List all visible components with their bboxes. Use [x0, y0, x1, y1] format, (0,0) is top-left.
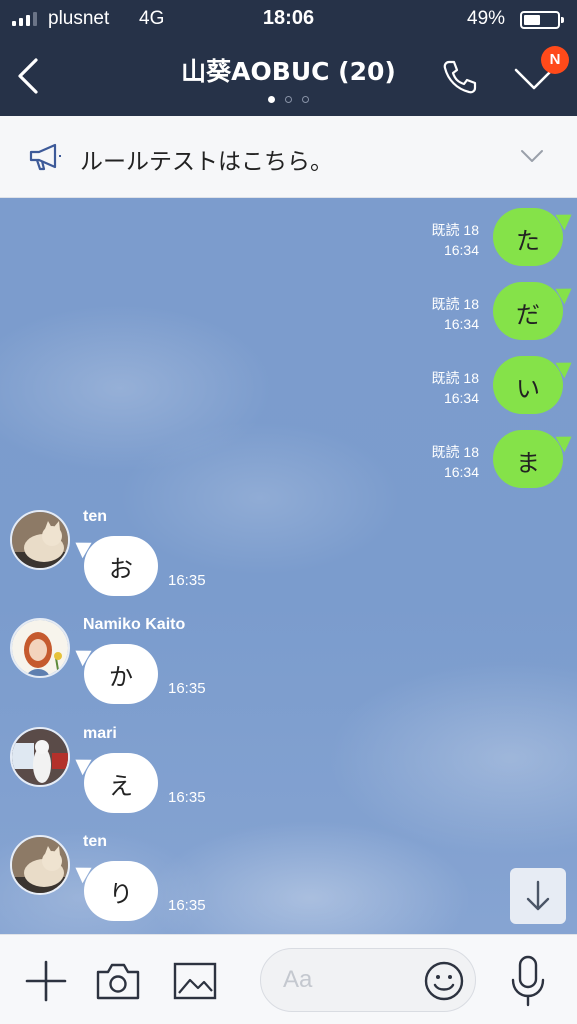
avatar[interactable]: [10, 510, 70, 570]
page-dot: [285, 96, 292, 103]
outgoing-bubble[interactable]: い: [493, 355, 577, 414]
message-time: 16:35: [168, 897, 206, 914]
battery-icon: [520, 11, 564, 29]
outgoing-bubble[interactable]: た: [493, 207, 577, 266]
incoming-message: Namiko Kaito か 16:35: [0, 606, 300, 711]
message-time: 16:34: [443, 390, 479, 406]
back-arrow-icon[interactable]: [14, 54, 44, 98]
message-meta: 既読 18 16:34: [432, 220, 479, 260]
chat-title: 山葵AOBUC (20): [181, 57, 396, 86]
message-text: い: [516, 375, 540, 403]
battery-percent: 49%: [467, 8, 506, 29]
message-time: 16:35: [168, 680, 206, 697]
chevron-down-icon[interactable]: [519, 146, 545, 166]
message-time: 16:34: [443, 242, 479, 258]
incoming-message: ten り 16:35: [0, 823, 300, 928]
incoming-message: ten お 16:35: [0, 498, 300, 603]
message-text: え: [109, 772, 133, 800]
outgoing-message: 既読 18 16:34 い: [277, 346, 577, 414]
page-dot: [302, 96, 309, 103]
message-time: 16:34: [443, 316, 479, 332]
message-text: か: [109, 663, 133, 691]
image-icon[interactable]: [172, 960, 218, 1002]
camera-icon[interactable]: [95, 960, 141, 1002]
scroll-to-bottom-button[interactable]: [510, 868, 566, 924]
read-receipt: 既読 18: [431, 222, 479, 238]
page-dot-active: [268, 96, 275, 103]
sender-name: mari: [83, 725, 117, 742]
message-time: 16:34: [443, 464, 479, 480]
message-text: り: [109, 880, 133, 908]
message-time: 16:35: [168, 789, 206, 806]
incoming-bubble[interactable]: り: [70, 860, 158, 921]
read-receipt: 既読 18: [431, 370, 479, 386]
message-meta: 既読 18 16:34: [432, 442, 479, 482]
outgoing-message: 既読 18 16:34 ま: [277, 420, 577, 488]
read-receipt: 既読 18: [431, 296, 479, 312]
outgoing-bubble[interactable]: だ: [493, 281, 577, 340]
message-meta: 既読 18 16:34: [432, 294, 479, 334]
plus-icon[interactable]: [24, 959, 68, 1003]
cat-avatar-icon: [12, 837, 68, 893]
sender-name: ten: [83, 508, 107, 525]
phone-icon[interactable]: [440, 58, 478, 96]
message-input-wrapper: [260, 948, 476, 1012]
microphone-icon[interactable]: [508, 954, 548, 1008]
message-text: だ: [516, 301, 540, 329]
chat-area[interactable]: 既読 18 16:34 た 既読 18 16:34 だ 既読 18 16:34 …: [0, 198, 577, 934]
message-text: お: [109, 555, 133, 583]
page-indicator: [0, 96, 577, 103]
sender-name: ten: [83, 833, 107, 850]
incoming-bubble[interactable]: え: [70, 752, 158, 813]
announcement-bar[interactable]: ルールテストはこちら。: [0, 116, 577, 198]
arrow-down-icon: [526, 880, 550, 911]
message-toolbar: [0, 934, 577, 1024]
megaphone-icon: [29, 143, 61, 171]
cat-avatar-icon: [12, 512, 68, 568]
notification-badge: N: [541, 46, 569, 74]
outgoing-message: 既読 18 16:34 だ: [277, 272, 577, 340]
incoming-message: mari え 16:35: [0, 715, 300, 820]
avatar[interactable]: [10, 835, 70, 895]
message-text: た: [516, 227, 540, 255]
announcement-text: ルールテストはこちら。: [80, 149, 333, 175]
status-bar: plusnet 4G 18:06 49%: [0, 0, 577, 38]
incoming-bubble[interactable]: か: [70, 643, 158, 704]
outgoing-bubble[interactable]: ま: [493, 429, 577, 488]
illustrated-girl-avatar-icon: [12, 620, 68, 676]
message-text: ま: [516, 449, 540, 477]
incoming-bubble[interactable]: お: [70, 535, 158, 596]
outgoing-message: 既読 18 16:34 た: [277, 198, 577, 266]
dog-avatar-icon: [12, 729, 68, 785]
avatar[interactable]: [10, 727, 70, 787]
message-meta: 既読 18 16:34: [432, 368, 479, 408]
chat-header: 山葵AOBUC (20) N: [0, 38, 577, 116]
read-receipt: 既読 18: [431, 444, 479, 460]
sender-name: Namiko Kaito: [83, 616, 186, 633]
message-input[interactable]: [283, 963, 413, 997]
avatar[interactable]: [10, 618, 70, 678]
message-time: 16:35: [168, 572, 206, 589]
emoji-icon[interactable]: [423, 960, 465, 1002]
